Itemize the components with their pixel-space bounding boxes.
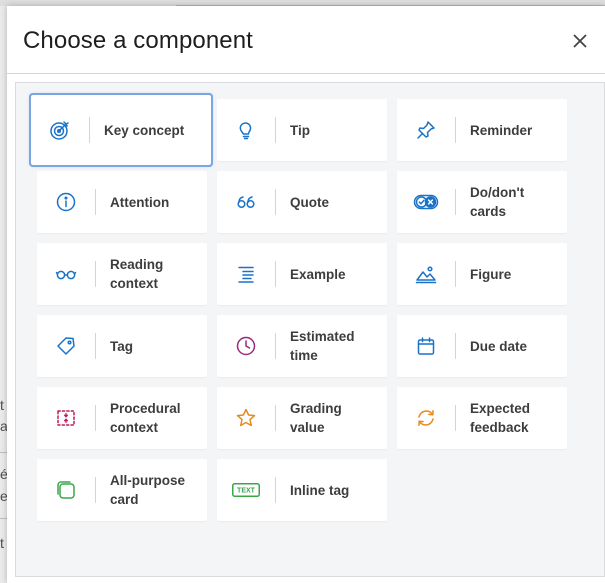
landscape-icon xyxy=(397,243,455,305)
component-label: Do/don't cards xyxy=(470,185,525,219)
component-label: Grading value xyxy=(290,401,342,435)
component-card-reminder[interactable]: Reminder xyxy=(397,99,567,161)
star-icon xyxy=(217,387,275,449)
component-card-expected-feedback[interactable]: Expected feedback xyxy=(397,387,567,449)
component-card-tag[interactable]: Tag xyxy=(37,315,207,377)
component-label: Attention xyxy=(110,194,170,210)
dialog-header: Choose a component xyxy=(7,6,605,74)
svg-text:TEXT: TEXT xyxy=(237,488,256,495)
component-label: Reading context xyxy=(110,257,164,291)
component-label: Tag xyxy=(110,338,133,354)
clock-icon xyxy=(217,315,275,377)
dialog-title: Choose a component xyxy=(23,27,253,54)
component-card-reading-context[interactable]: Reading context xyxy=(37,243,207,305)
component-card-estimated-time[interactable]: Estimated time xyxy=(217,315,387,377)
component-card-attention[interactable]: Attention xyxy=(37,171,207,233)
component-label: Reminder xyxy=(470,122,533,138)
component-label: All-purpose card xyxy=(110,473,186,507)
component-card-inline-tag[interactable]: TEXT Inline tag xyxy=(217,459,387,521)
component-card-tip[interactable]: Tip xyxy=(217,99,387,161)
target-icon xyxy=(31,95,89,165)
tag-icon xyxy=(37,315,95,377)
component-picker-dialog: Choose a component Key concept Tip Reminde… xyxy=(7,6,605,583)
component-card-key-concept[interactable]: Key concept xyxy=(29,93,213,167)
component-grid-panel: Key concept Tip Reminder Attention Quote Do/d… xyxy=(15,82,605,577)
component-card-figure[interactable]: Figure xyxy=(397,243,567,305)
component-card-all-purpose-card[interactable]: All-purpose card xyxy=(37,459,207,521)
close-button[interactable] xyxy=(569,30,591,52)
component-label: Figure xyxy=(470,266,512,282)
component-card-do-don-t-cards[interactable]: Do/don't cards xyxy=(397,171,567,233)
component-label: Estimated time xyxy=(290,329,355,363)
text-tag-icon: TEXT xyxy=(217,459,275,521)
component-card-due-date[interactable]: Due date xyxy=(397,315,567,377)
component-card-example[interactable]: Example xyxy=(217,243,387,305)
close-icon xyxy=(573,34,587,48)
glasses-icon xyxy=(37,243,95,305)
component-label: Tip xyxy=(290,122,310,138)
component-card-grading-value[interactable]: Grading value xyxy=(217,387,387,449)
refresh-icon xyxy=(397,387,455,449)
component-label: Quote xyxy=(290,194,329,210)
calendar-icon xyxy=(397,315,455,377)
quote-icon xyxy=(217,171,275,233)
component-label: Procedural context xyxy=(110,401,181,435)
component-label: Inline tag xyxy=(290,482,350,498)
component-grid: Key concept Tip Reminder Attention Quote Do/d… xyxy=(29,93,567,521)
check-x-cards-icon xyxy=(397,171,455,233)
component-label: Key concept xyxy=(104,122,185,138)
component-label: Due date xyxy=(470,338,528,354)
component-label: Expected feedback xyxy=(470,401,531,435)
rounded-square-icon xyxy=(37,459,95,521)
lightbulb-icon xyxy=(217,99,275,161)
list-lines-icon xyxy=(217,243,275,305)
component-label: Example xyxy=(290,266,346,282)
component-card-quote[interactable]: Quote xyxy=(217,171,387,233)
dashed-box-icon xyxy=(37,387,95,449)
info-circle-icon xyxy=(37,171,95,233)
pushpin-icon xyxy=(397,99,455,161)
component-card-procedural-context[interactable]: Procedural context xyxy=(37,387,207,449)
